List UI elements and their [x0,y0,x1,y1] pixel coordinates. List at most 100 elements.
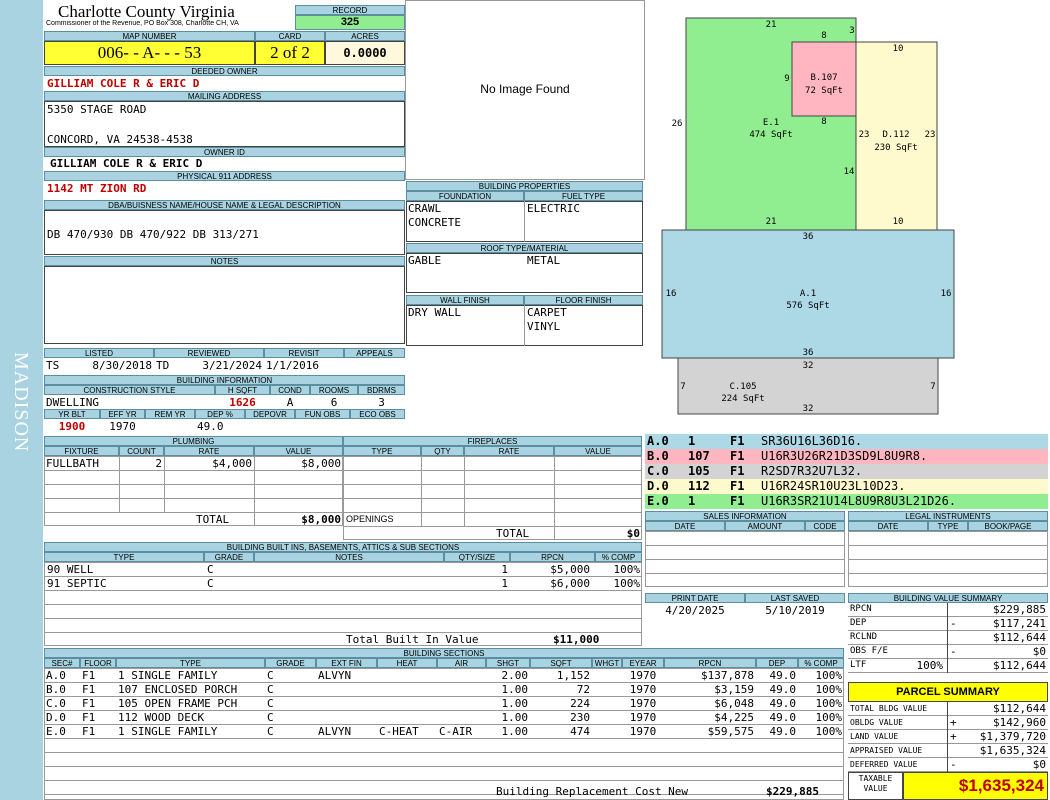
section-comp: 100% [815,725,843,738]
builtin-comp: 100% [613,563,641,576]
no-image-text: No Image Found [480,83,570,96]
sketch-dim: 10 [893,44,904,54]
sections-col-rpcn: RPCN [664,658,756,668]
section-type: 1 SINGLE FAMILY [118,725,218,738]
sketch-label: E.1 [763,118,779,128]
legal-col-type: TYPE [928,521,968,531]
row-line [44,484,343,485]
section-dep: 49.0 [769,669,797,682]
fireplaces-title: FIREPLACES [343,436,642,446]
section-type: 112 WOOD DECK [118,711,205,724]
builtin-qty: 1 [501,577,508,590]
section-rpcn: $59,575 [707,725,754,738]
sketch-dim: 32 [803,404,814,414]
map-number: 006- - A- - - 53 [44,41,255,65]
plumbing-col-value: VALUE [254,446,343,456]
construction-style: DWELLING [46,396,99,409]
builtin-grade: C [207,563,214,576]
reviewed-by: TD [156,359,170,372]
sales-title: SALES INFORMATION [645,511,845,521]
sections-col-whgt: WHGT [592,658,622,668]
row-line [44,618,642,619]
col-line [464,456,465,526]
legal-description: DB 470/930 DB 470/922 DB 313/271 [47,228,259,241]
sketch-dim: 32 [803,361,814,371]
row-line [645,573,845,574]
ecoobs-label: ECO OBS [350,409,405,419]
owner-id-label: OWNER ID [44,147,405,157]
legend-code: U16R3SR21U14L8U9R8U3L21D26. [761,495,957,508]
summary-label: RPCN [850,604,872,614]
divider [524,305,525,346]
plumbing-total-label: TOTAL [196,513,230,526]
sections-col-heat: HEAT [377,658,437,668]
sections-col-type: TYPE [116,658,265,668]
legend-code-n: 105 [688,465,710,478]
row-line [645,559,845,560]
openings-label: OPENINGS [346,514,394,524]
section-sqft: 1,152 [556,669,590,682]
legend-floor: F1 [730,480,745,493]
revisit-date: 1/1/2016 [266,359,319,372]
year-built: 1900 [58,420,86,433]
legend-floor: F1 [730,435,745,448]
heated-sqft: 1626 [229,396,256,409]
builtin-grade: C [207,577,214,590]
row-line [44,604,642,605]
section-floor: F1 [82,697,96,710]
section-sec: B.0 [46,683,66,696]
sketch-sqft: 224 SqFt [721,394,764,404]
taxable-value: $1,635,324 [903,772,1048,800]
fireplace-col-type: TYPE [343,446,421,456]
section-rpcn: $3,159 [714,683,754,696]
section-ext: ALVYN [318,669,352,682]
row-line [44,794,844,795]
sales-col-date: DATE [645,521,725,531]
col-line [421,456,422,526]
section-eyear: 1970 [629,711,657,724]
summary-label: LTF [850,660,867,670]
fireplace-total: $0 [626,527,640,540]
legal-col-book: BOOK/PAGE [968,521,1048,531]
sketch-dim: 7 [680,382,685,392]
section-sec: D.0 [46,711,66,724]
builtins-total-label: Total Built In Value [346,633,479,646]
section-rpcn: $137,878 [701,669,754,682]
sketch-sqft: 474 SqFt [749,130,792,140]
sketch-dim: 7 [930,382,935,392]
parcel-value: $142,960 [993,716,1046,729]
sales-col-code: CODE [805,521,845,531]
dba-label: DBA/BUISNESS NAME/HOUSE NAME & LEGAL DES… [44,200,405,210]
sketch-dim: 36 [803,232,814,242]
plumbing-value: $8,000 [301,457,341,470]
parcel-value: $1,635,324 [979,744,1046,757]
legend-sec: B.0 [647,450,669,463]
row-line [44,766,844,767]
sketch-dim: 8 [821,117,826,127]
fuel-type-label: FUEL TYPE [524,191,643,201]
row-line [343,498,642,499]
fireplace-total-label: TOTAL [496,527,530,540]
row-line [848,545,1048,546]
section-type: 1 SINGLE FAMILY [118,669,218,682]
bedrooms: 3 [378,396,385,409]
sections-col-eyear: EYEAR [622,658,664,668]
legend-sec: E.0 [647,495,669,508]
notes-box [44,266,405,344]
taxable-label-2: VALUE [863,784,888,793]
builtin-comp: 100% [613,577,641,590]
row-line [848,559,1048,560]
plumbing-fixture: FULLBATH [46,457,99,470]
plumbing-col-rate: RATE [164,446,254,456]
last-saved-label: LAST SAVED [745,593,845,603]
section-comp: 100% [815,711,843,724]
foundation-label: FOUNDATION [406,191,524,201]
bdrms-label: BDRMS [358,385,405,395]
reviewed-label: REVIEWED [154,348,264,358]
acres-label: ACRES [325,31,405,41]
record-value: 325 [295,15,405,30]
section-eyear: 1970 [629,725,657,738]
section-floor: F1 [82,683,96,696]
remyr-label: REM YR [145,409,195,419]
builtin-type: 91 SEPTIC [47,577,107,590]
